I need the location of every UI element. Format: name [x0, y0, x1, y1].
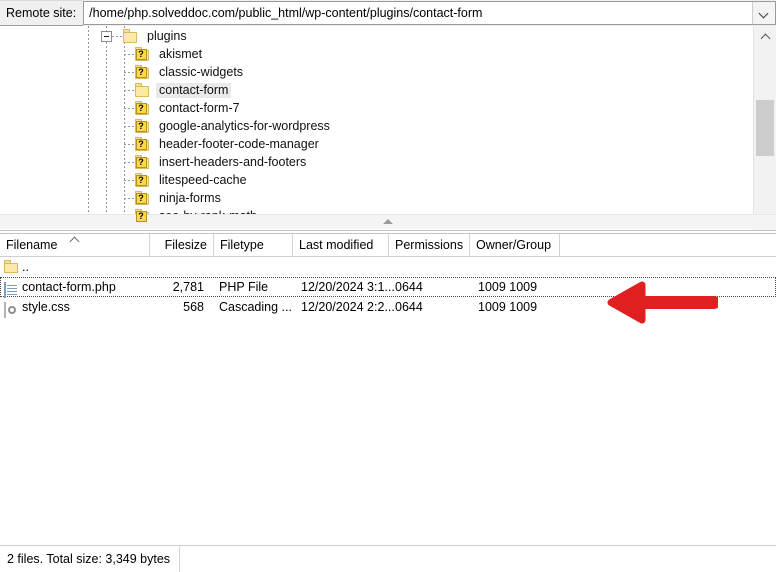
folder-unknown-icon: ? — [135, 191, 151, 205]
sort-ascending-caret-icon — [70, 236, 80, 243]
tree-connector — [124, 143, 134, 145]
tree-expand-collapse-toggle[interactable] — [101, 30, 112, 42]
tree-item-contact-form-7[interactable]: ? contact-form-7 — [124, 99, 243, 117]
tree-vertical-scrollbar[interactable] — [753, 26, 776, 230]
tree-item-header-footer-code-manager[interactable]: ? header-footer-code-manager — [124, 135, 322, 153]
chevron-down-icon — [760, 9, 769, 18]
tree-connector — [124, 179, 134, 181]
remote-path-input[interactable]: /home/php.solveddoc.com/public_html/wp-c… — [84, 2, 752, 24]
cell-filetype: Cascading ... — [219, 300, 292, 314]
tree-item-label: ninja-forms — [159, 190, 221, 205]
tree-connector — [124, 197, 134, 199]
table-row[interactable]: contact-form.php 2,781 PHP File 12/20/2024 … — [0, 277, 776, 298]
tree-connector — [124, 89, 134, 91]
tree-scroll-up-button[interactable] — [754, 26, 776, 46]
cell-filename: style.css — [22, 300, 70, 314]
tree-connector — [124, 71, 134, 73]
tree-item-label: insert-headers-and-footers — [159, 154, 307, 169]
tree-viewport[interactable]: plugins? akismet? classic-widgets contact-f… — [0, 26, 753, 230]
column-header-filename[interactable]: Filename — [0, 234, 150, 256]
column-header-permissions[interactable]: Permissions — [389, 234, 470, 256]
tree-item-label: header-footer-code-manager — [159, 136, 319, 151]
tree-item-insert-headers-and-footers[interactable]: ? insert-headers-and-footers — [124, 153, 309, 171]
folder-unknown-icon: ? — [135, 155, 151, 169]
table-row[interactable]: style.css 568 Cascading ... 12/20/2024 2:2.… — [0, 297, 776, 320]
cell-filesize: 568 — [183, 300, 204, 314]
tree-item-root[interactable]: plugins — [101, 27, 190, 45]
tree-connector — [124, 125, 134, 127]
table-row[interactable]: .. — [0, 257, 776, 277]
tree-item-label: google-analytics-for-wordpress — [159, 118, 330, 133]
tree-item-label: classic-widgets — [159, 64, 244, 79]
cell-permissions: 0644 — [395, 280, 423, 294]
cell-permissions: 0644 — [395, 300, 423, 314]
tree-connector — [112, 35, 122, 37]
folder-unknown-icon: ? — [135, 65, 151, 79]
file-list-rows[interactable]: .. contact-form.php 2,781 PHP File 12/20/202… — [0, 257, 776, 320]
column-header-modified[interactable]: Last modified — [293, 234, 389, 256]
remote-path-dropdown-button[interactable] — [752, 2, 775, 24]
tree-item-label: litespeed-cache — [159, 172, 247, 187]
cell-filename: .. — [22, 260, 29, 274]
folder-unknown-icon: ? — [135, 101, 151, 115]
panel-splitter-grip[interactable] — [373, 217, 403, 226]
tree-connector — [124, 161, 134, 163]
splitter-collapse-arrow-icon — [383, 219, 393, 224]
tree-item-google-analytics-for-wordpress[interactable]: ? google-analytics-for-wordpress — [124, 117, 333, 135]
cell-filetype: PHP File — [219, 280, 269, 294]
file-icon-cell — [4, 300, 6, 320]
column-header-filetype[interactable]: Filetype — [214, 234, 293, 256]
folder-unknown-icon: ? — [135, 47, 151, 61]
status-bar-text: 2 files. Total size: 3,349 bytes — [0, 546, 180, 572]
folder-unknown-icon: ? — [135, 119, 151, 133]
tree-item-label: plugins — [147, 28, 187, 43]
tree-item-akismet[interactable]: ? akismet — [124, 45, 205, 63]
cell-last-modified: 12/20/2024 3:1... — [301, 280, 395, 294]
tree-item-contact-form[interactable]: contact-form — [124, 81, 232, 99]
folder-icon — [123, 29, 139, 43]
php-file-icon — [4, 282, 6, 298]
tree-item-classic-widgets[interactable]: ? classic-widgets — [124, 63, 246, 81]
remote-site-addressbar: Remote site: /home/php.solveddoc.com/pub… — [0, 0, 776, 26]
cell-owner-group: 1009 1009 — [478, 280, 538, 294]
tree-guide-line — [88, 26, 89, 230]
tree-scrollbar-thumb[interactable] — [756, 100, 774, 156]
status-bar: 2 files. Total size: 3,349 bytes — [0, 545, 776, 572]
scroll-up-arrow-icon — [761, 32, 770, 41]
remote-path-combobox[interactable]: /home/php.solveddoc.com/public_html/wp-c… — [83, 1, 776, 25]
folder-unknown-icon: ? — [135, 173, 151, 187]
folder-unknown-icon: ? — [135, 137, 151, 151]
tree-item-label: contact-form-7 — [159, 100, 240, 115]
remote-directory-tree-panel[interactable]: plugins? akismet? classic-widgets contact-f… — [0, 26, 776, 231]
column-header-owner[interactable]: Owner/Group — [470, 234, 560, 256]
tree-guide-line — [106, 26, 107, 230]
tree-item-litespeed-cache[interactable]: ? litespeed-cache — [124, 171, 250, 189]
cell-owner-group: 1009 1009 — [478, 300, 538, 314]
tree-item-label: akismet — [159, 46, 203, 61]
file-list-header[interactable]: Filename Filesize Filetype Last modified Per… — [0, 234, 776, 257]
tree-item-label: contact-form — [156, 82, 232, 98]
tree-connector — [124, 107, 134, 109]
tree-item-ninja-forms[interactable]: ? ninja-forms — [124, 189, 224, 207]
cell-last-modified: 12/20/2024 2:2... — [301, 300, 395, 314]
folder-icon — [135, 83, 151, 97]
remote-file-list[interactable]: Filename Filesize Filetype Last modified Per… — [0, 234, 776, 544]
css-file-icon — [4, 302, 6, 318]
remote-site-label: Remote site: — [0, 0, 84, 26]
column-header-filesize[interactable]: Filesize — [150, 234, 214, 256]
cell-filesize: 2,781 — [172, 280, 204, 294]
tree-connector — [124, 53, 134, 55]
cell-filename: contact-form.php — [22, 280, 116, 294]
